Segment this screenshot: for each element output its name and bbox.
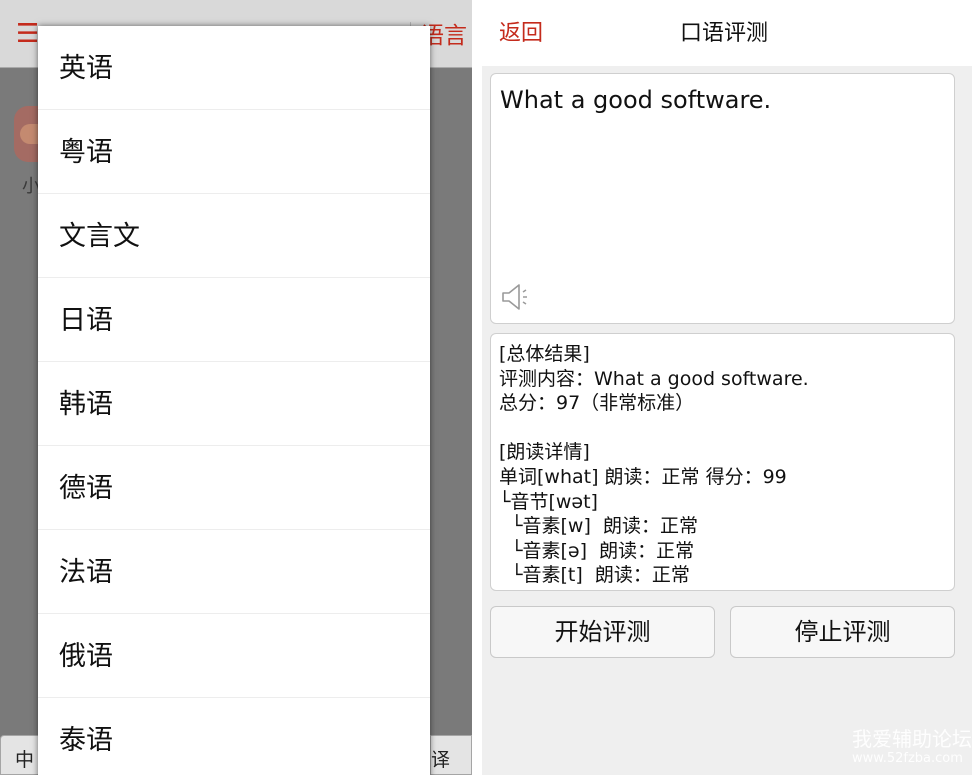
evaluation-text: What a good software.	[500, 86, 772, 114]
stop-evaluation-button[interactable]: 停止评测	[730, 606, 955, 658]
menu-icon[interactable]: ☰	[16, 21, 39, 47]
result-line: 评测内容：What a good software.	[499, 367, 809, 390]
language-option-japanese[interactable]: 日语	[38, 278, 430, 362]
result-line: [总体结果]	[499, 343, 590, 365]
watermark-url: www.52fzba.com	[852, 751, 963, 766]
result-line: 总分：97（非常标准）	[499, 392, 695, 415]
start-evaluation-button[interactable]: 开始评测	[490, 606, 715, 658]
header: 返回 口语评测	[482, 0, 972, 66]
result-line: └音素[w] 朗读：正常	[499, 515, 698, 538]
source-language-button[interactable]: 中	[0, 735, 40, 775]
language-option-russian[interactable]: 俄语	[38, 614, 430, 698]
language-dropdown: 英语 粤语 文言文 日语 韩语 德语 法语 俄语 泰语	[38, 26, 430, 775]
language-option-classical-chinese[interactable]: 文言文	[38, 194, 430, 278]
language-option-cantonese[interactable]: 粤语	[38, 110, 430, 194]
page-title: 口语评测	[679, 21, 768, 46]
language-option-thai[interactable]: 泰语	[38, 698, 430, 775]
result-line: └音素[t] 朗读：正常	[499, 564, 690, 587]
oral-evaluation-screen: 返回 口语评测 What a good software. [总体结果] 评测内…	[482, 0, 972, 775]
result-line: └音素[ə] 朗读：正常	[499, 539, 695, 562]
watermark-text: 我爱辅助论坛	[852, 727, 972, 751]
evaluation-text-box[interactable]: What a good software.	[490, 73, 955, 324]
evaluation-result-box[interactable]: [总体结果] 评测内容：What a good software. 总分：97（…	[490, 333, 955, 591]
language-option-german[interactable]: 德语	[38, 446, 430, 530]
result-line	[499, 416, 954, 441]
result-line: └音节[wət]	[499, 490, 598, 513]
source-language-label: 中	[15, 749, 35, 771]
translate-button[interactable]: 译	[430, 735, 472, 775]
result-line: 单词[what] 朗读：正常 得分：99	[499, 465, 787, 488]
result-line: [朗读详情]	[499, 441, 590, 464]
language-option-korean[interactable]: 韩语	[38, 362, 430, 446]
translate-button-label: 译	[431, 749, 451, 771]
speaker-icon[interactable]	[499, 282, 533, 312]
left-screen: ☰ 语言 小 中 译 英语 粤语 文言文 日语 韩语 德语 法语 俄语 泰语	[0, 0, 472, 775]
language-option-french[interactable]: 法语	[38, 530, 430, 614]
language-option-english[interactable]: 英语	[38, 26, 430, 110]
watermark: 我爱辅助论坛 www.52fzba.com	[852, 727, 972, 767]
